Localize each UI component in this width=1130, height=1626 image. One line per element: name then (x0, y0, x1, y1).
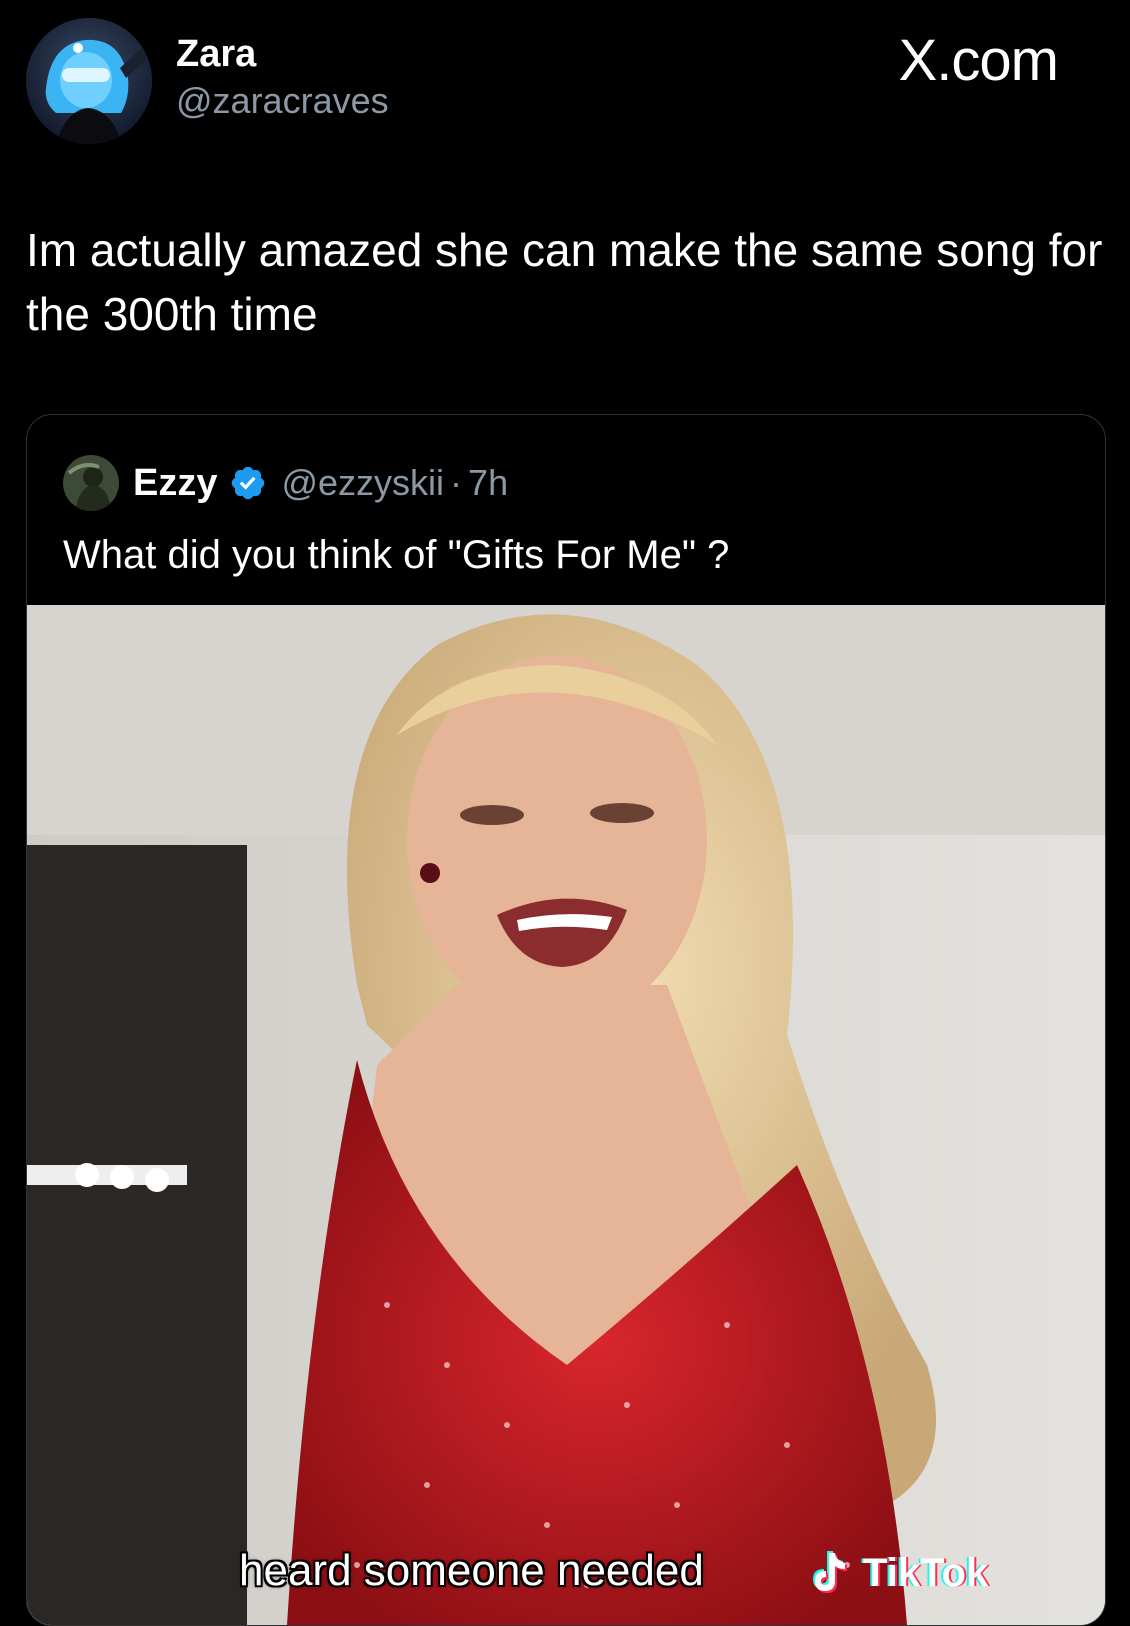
x-com-watermark: X.com (898, 28, 1059, 93)
tiktok-label: TikTok (863, 1550, 989, 1595)
verified-badge-icon (232, 466, 265, 500)
author-name-block: Zara @zaracraves (176, 32, 389, 126)
quoted-post-header: Ezzy @ezzyskii · 7h (63, 455, 508, 511)
video-caption: heard someone needed (239, 1546, 704, 1595)
quoted-author-avatar[interactable] (63, 455, 119, 511)
quoted-post-card[interactable]: Ezzy @ezzyskii · 7h What did you think o… (26, 414, 1106, 1626)
author-handle[interactable]: @zaracraves (176, 76, 389, 126)
quoted-author-handle[interactable]: @ezzyskii (281, 462, 444, 504)
quoted-post-video[interactable]: heard someone needed TikTok (27, 605, 1105, 1625)
video-frame-illustration (27, 605, 1105, 1625)
tiktok-logo-icon (813, 1551, 847, 1593)
author-avatar[interactable] (26, 18, 152, 144)
meta-separator: · (450, 462, 463, 503)
author-display-name[interactable]: Zara (176, 32, 389, 76)
quoted-author-display-name[interactable]: Ezzy (133, 462, 217, 505)
post-text: Im actually amazed she can make the same… (26, 224, 1103, 340)
tiktok-watermark: TikTok (807, 1545, 988, 1601)
quoted-post-text: What did you think of "Gifts For Me" ? (63, 533, 730, 577)
post-header: Zara @zaracraves X.com (26, 18, 1106, 148)
quoted-post-time[interactable]: 7h (468, 462, 508, 504)
